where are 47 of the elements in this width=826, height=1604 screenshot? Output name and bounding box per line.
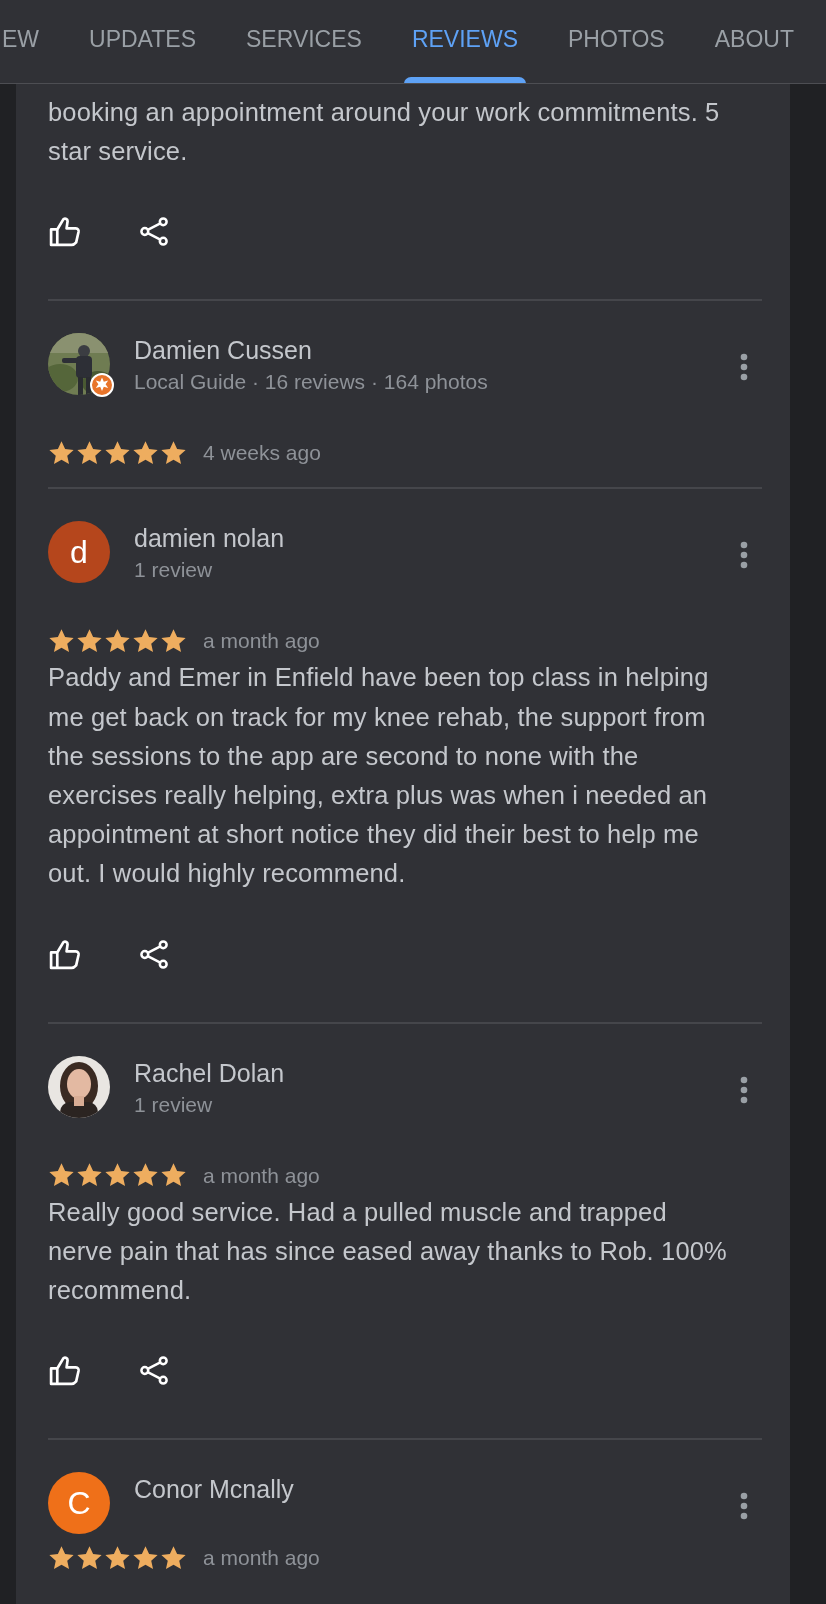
tab[interactable]: PHOTOS [566,0,667,83]
reviewer-name[interactable]: Damien Cussen [134,335,736,366]
share-button[interactable] [139,215,170,249]
star-icon [104,439,131,467]
review-date: a month ago [203,1546,320,1571]
review-date: a month ago [203,629,320,654]
more-options-icon[interactable] [740,1492,748,1521]
review-text: Really good service. Had a pulled muscle and trapped nerve pain that has since eased away thanks to Rob. 100% recommend. [48,1196,728,1307]
star-icon [160,1544,187,1572]
star-icon [160,627,187,655]
star-icon [132,627,159,655]
star-icon [132,1544,159,1572]
reviewer-info: Local Guide · 16 reviews · 164 photos [134,369,489,396]
tab[interactable]: REVIEWS [409,0,520,83]
tab[interactable]: SERVICES [244,0,364,83]
avatar[interactable]: C [48,1472,110,1535]
more-options-icon[interactable] [740,541,748,570]
reviewer-name[interactable]: Rachel Dolan [134,1057,736,1088]
star-icon [132,439,159,467]
review-date: 4 weeks ago [203,441,321,466]
like-button[interactable] [48,1354,81,1388]
star-icon [160,439,187,467]
reviewer-name[interactable]: damien nolan [134,523,736,554]
star-icon [76,439,103,467]
share-button[interactable] [139,1354,170,1388]
reviewer-name[interactable]: Conor Mcnally [134,1474,736,1505]
star-icon [76,1544,103,1572]
review-date: a month ago [203,1163,320,1188]
more-options-icon[interactable] [740,1075,748,1104]
tab[interactable]: EW [0,0,42,83]
star-icon [48,627,75,655]
reviewer-info: 1 review [134,1091,214,1118]
reviewer-info: 1 review [134,557,214,584]
star-icon [76,627,103,655]
like-button[interactable] [48,937,81,971]
share-button[interactable] [139,937,170,971]
tab[interactable]: ABOUT [712,0,796,83]
tab[interactable]: UPDATES [87,0,198,83]
like-button[interactable] [48,215,81,249]
star-icon [104,1544,131,1572]
star-icon [104,627,131,655]
avatar[interactable]: d [48,521,110,584]
review-text: Paddy and Emer in Enfield have been top class in helping me get back on track for my knee rehab, the support from the sessions to the app are second to none with the exercises really helping, extra plus was when i needed an appointment at short notice they did their best to help me out. I would highly recommend. [48,662,710,890]
more-options-icon[interactable] [740,353,748,382]
star-icon [48,1544,75,1572]
star-icon [48,439,75,467]
review-text: booking an appointment around your work commitments. 5 star service. [48,97,721,168]
